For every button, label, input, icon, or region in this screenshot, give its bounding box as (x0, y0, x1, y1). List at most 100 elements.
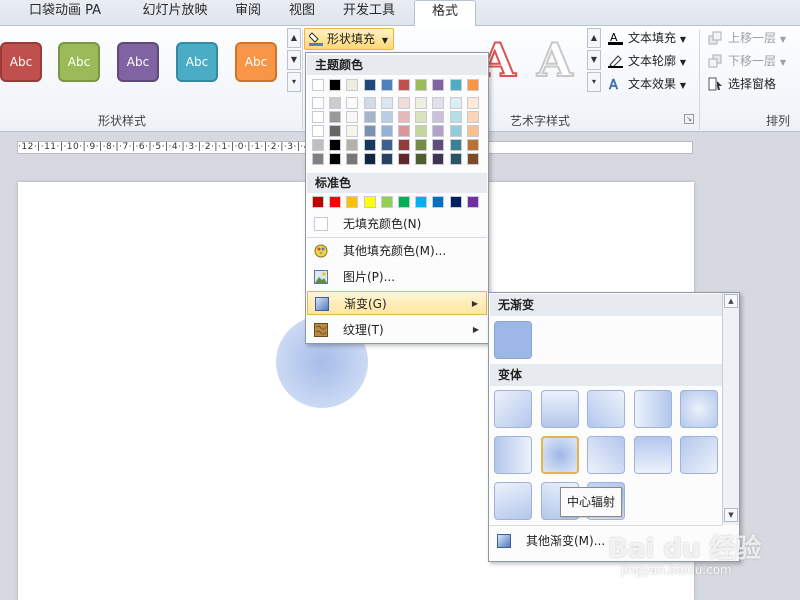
theme-color-shade-swatch[interactable] (466, 153, 479, 165)
gradient-submenu-scrollbar[interactable]: ▲ ▼ (722, 293, 739, 525)
text-outline-button[interactable]: 文本轮廓 ▼ (608, 51, 686, 71)
shape-style-teal[interactable]: Abc (176, 42, 218, 82)
gradient-variant-swatch[interactable] (540, 390, 579, 428)
gradient-variant-swatch[interactable] (587, 436, 625, 474)
gradient-variant-swatch[interactable] (494, 390, 532, 428)
theme-color-shade-swatch[interactable] (432, 139, 445, 151)
standard-color-swatch[interactable] (380, 196, 393, 208)
theme-color-shade-swatch[interactable] (466, 111, 479, 123)
wordart-scroll-up[interactable]: ▲ (587, 28, 601, 48)
theme-color-shade-swatch[interactable] (346, 125, 359, 137)
theme-color-shade-swatch[interactable] (432, 153, 445, 165)
shape-style-red[interactable]: Abc (0, 42, 42, 82)
shape-style-green[interactable]: Abc (58, 42, 100, 82)
theme-color-swatch[interactable] (398, 79, 410, 91)
dialog-launcher-icon[interactable]: ↘ (684, 114, 694, 124)
theme-color-shade-swatch[interactable] (449, 111, 462, 123)
text-effects-button[interactable]: A 文本效果 ▼ (608, 74, 686, 94)
theme-color-shade-swatch[interactable] (449, 139, 462, 151)
theme-color-shade-swatch[interactable] (415, 139, 428, 151)
gradient-variant-swatch[interactable] (633, 390, 672, 428)
theme-color-swatch[interactable] (312, 79, 324, 91)
gradient-variant-swatch[interactable] (587, 390, 625, 428)
theme-color-swatch[interactable] (415, 79, 428, 91)
tab-view[interactable]: 视图 (280, 0, 324, 26)
gallery-more[interactable]: ▾ (287, 72, 301, 92)
theme-color-shade-swatch[interactable] (329, 153, 342, 165)
theme-color-swatch[interactable] (346, 79, 359, 91)
no-fill-item[interactable]: 无填充颜色(N) (307, 212, 487, 236)
theme-color-shade-swatch[interactable] (449, 153, 462, 165)
tab-format[interactable]: 格式 (414, 0, 476, 27)
gallery-scroll-down[interactable]: ▼ (287, 50, 301, 70)
theme-color-swatch[interactable] (380, 79, 393, 91)
standard-color-swatch[interactable] (363, 196, 376, 208)
gradient-variant-swatch[interactable] (494, 482, 532, 520)
theme-color-shade-swatch[interactable] (432, 97, 445, 109)
theme-color-shade-swatch[interactable] (312, 97, 324, 109)
theme-color-shade-swatch[interactable] (398, 139, 410, 151)
theme-color-shade-swatch[interactable] (329, 111, 342, 123)
texture-fill-item[interactable]: 纹理(T) ▶ (307, 318, 487, 342)
gradient-fill-item[interactable]: 渐变(G) ▶ (307, 291, 487, 315)
more-fill-colors-item[interactable]: 其他填充颜色(M)... (307, 239, 487, 263)
gradient-variant-swatch[interactable] (633, 436, 672, 474)
gradient-variant-swatch[interactable] (680, 436, 718, 474)
standard-color-swatch[interactable] (449, 196, 462, 208)
theme-color-shade-swatch[interactable] (449, 125, 462, 137)
tab-pocket-animation[interactable]: 口袋动画 PA (22, 0, 108, 26)
theme-color-shade-swatch[interactable] (346, 111, 359, 123)
theme-color-shade-swatch[interactable] (380, 125, 393, 137)
theme-color-shade-swatch[interactable] (398, 125, 410, 137)
send-backward-button[interactable]: 下移一层 ▼ (708, 51, 786, 71)
theme-color-shade-swatch[interactable] (312, 153, 324, 165)
shape-style-purple[interactable]: Abc (117, 42, 159, 82)
gradient-variant-center-radial[interactable] (540, 436, 579, 474)
theme-color-shade-swatch[interactable] (398, 153, 410, 165)
theme-color-shade-swatch[interactable] (346, 97, 359, 109)
theme-color-shade-swatch[interactable] (346, 139, 359, 151)
theme-color-shade-swatch[interactable] (380, 97, 393, 109)
theme-color-shade-swatch[interactable] (415, 125, 428, 137)
theme-color-shade-swatch[interactable] (312, 111, 324, 123)
standard-color-swatch[interactable] (466, 196, 479, 208)
picture-fill-item[interactable]: 图片(P)... (307, 265, 487, 289)
theme-color-swatch[interactable] (449, 79, 462, 91)
theme-color-shade-swatch[interactable] (363, 153, 376, 165)
theme-color-shade-swatch[interactable] (363, 125, 376, 137)
tab-developer[interactable]: 开发工具 (336, 0, 402, 26)
theme-color-shade-swatch[interactable] (466, 97, 479, 109)
no-gradient-swatch[interactable] (494, 321, 532, 359)
theme-color-shade-swatch[interactable] (329, 139, 342, 151)
standard-color-swatch[interactable] (415, 196, 428, 208)
theme-color-shade-swatch[interactable] (363, 139, 376, 151)
theme-color-shade-swatch[interactable] (363, 97, 376, 109)
standard-color-swatch[interactable] (329, 196, 342, 208)
theme-color-shade-swatch[interactable] (415, 97, 428, 109)
standard-color-swatch[interactable] (312, 196, 324, 208)
gradient-variant-swatch[interactable] (680, 390, 718, 428)
theme-color-shade-swatch[interactable] (346, 153, 359, 165)
theme-color-shade-swatch[interactable] (415, 111, 428, 123)
theme-color-swatch[interactable] (363, 79, 376, 91)
standard-color-swatch[interactable] (398, 196, 410, 208)
theme-color-shade-swatch[interactable] (363, 111, 376, 123)
standard-color-swatch[interactable] (346, 196, 359, 208)
theme-color-shade-swatch[interactable] (466, 139, 479, 151)
bring-forward-button[interactable]: 上移一层 ▼ (708, 28, 786, 48)
standard-color-swatch[interactable] (432, 196, 445, 208)
theme-color-shade-swatch[interactable] (466, 125, 479, 137)
tab-review[interactable]: 审阅 (226, 0, 270, 26)
theme-color-shade-swatch[interactable] (329, 97, 342, 109)
theme-color-shade-swatch[interactable] (312, 125, 324, 137)
selection-pane-button[interactable]: 选择窗格 (708, 74, 776, 94)
gallery-scroll-up[interactable]: ▲ (287, 28, 301, 48)
theme-color-shade-swatch[interactable] (432, 125, 445, 137)
theme-color-shade-swatch[interactable] (398, 111, 410, 123)
theme-color-shade-swatch[interactable] (380, 111, 393, 123)
theme-color-shade-swatch[interactable] (312, 139, 324, 151)
wordart-style-white[interactable]: A (536, 32, 574, 88)
scroll-up-button[interactable]: ▲ (724, 294, 738, 308)
theme-color-swatch[interactable] (329, 79, 342, 91)
theme-color-shade-swatch[interactable] (398, 97, 410, 109)
